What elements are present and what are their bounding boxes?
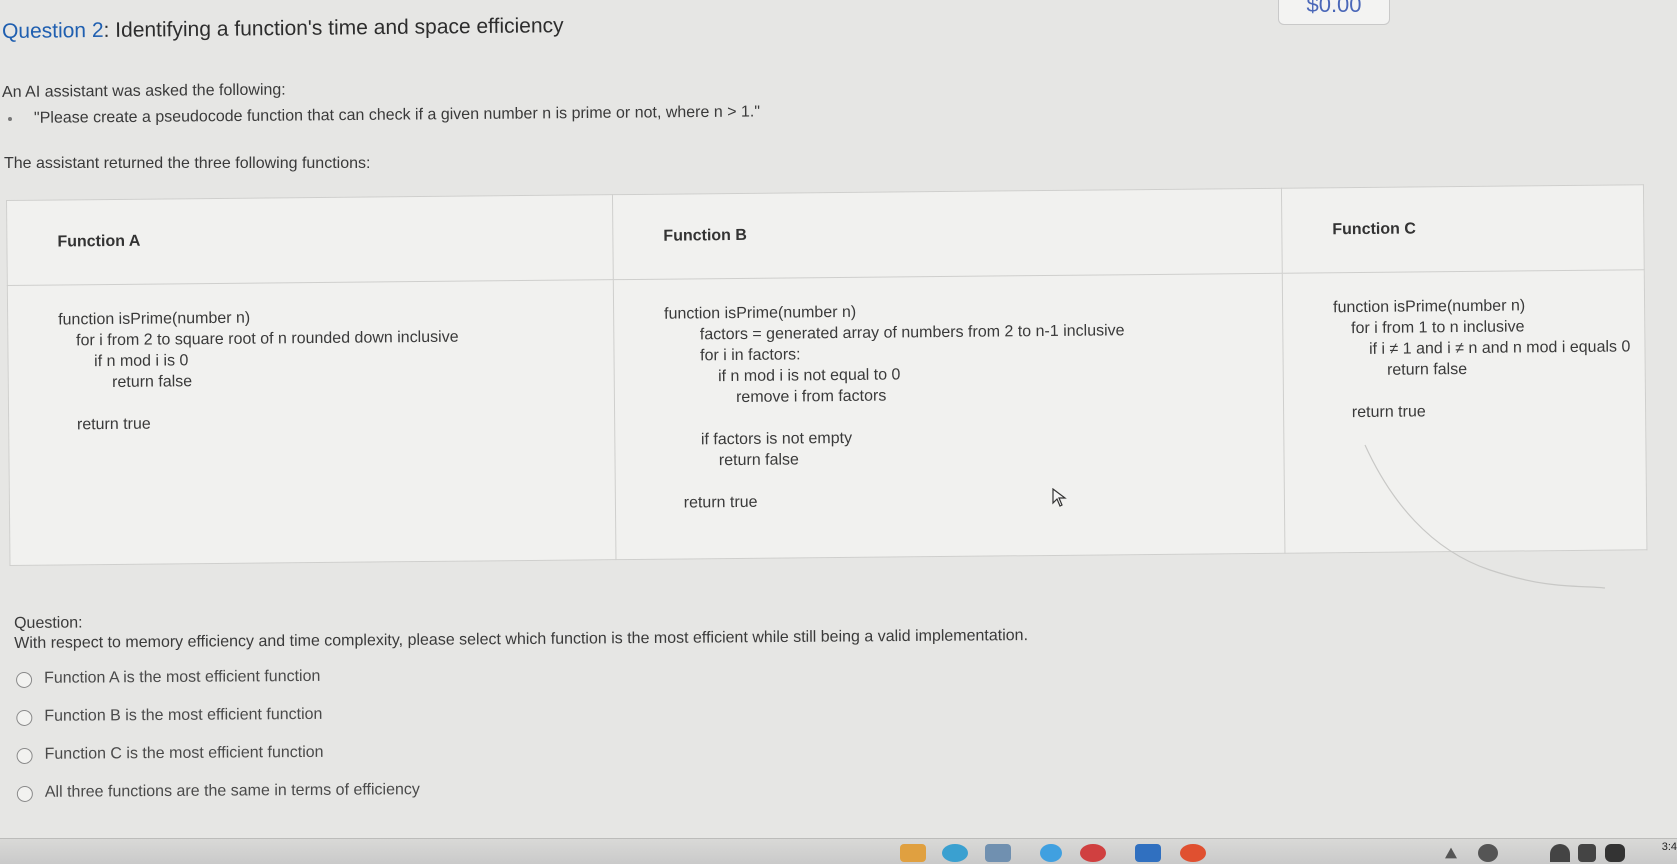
function-b-code: function isPrime(number n) factors = gen… [613,273,1285,560]
question-block: Question: With respect to memory efficie… [14,607,1028,653]
taskbar-app-icon[interactable] [1080,844,1106,862]
table-header-row: Function A Function B Function C [6,184,1645,286]
code-line: for i from 1 to n inclusive [1333,318,1525,338]
option-function-a[interactable]: Function A is the most efficient functio… [16,667,419,708]
page-title: Question 2: Identifying a function's tim… [2,14,564,44]
volume-icon[interactable] [1578,844,1596,862]
bullet-dot-icon [7,116,13,121]
option-label: Function C is the most efficient functio… [44,743,324,763]
option-function-b[interactable]: Function B is the most efficient functio… [16,705,419,746]
code-line: if i ≠ 1 and i ≠ n and n mod i equals 0 [1333,338,1631,359]
function-b-header: Function B [612,188,1283,280]
prompt-intro: An AI assistant was asked the following: [1,81,286,101]
taskbar-app-icon[interactable] [1180,844,1206,862]
question-number: Question 2 [1,18,104,43]
pen-mark [1364,444,1606,589]
code-line: return true [59,415,151,434]
radio-icon[interactable] [16,671,33,688]
battery-icon[interactable] [1605,844,1625,862]
code-line: return false [1333,360,1468,380]
title-text: : Identifying a function's time and spac… [103,14,564,42]
taskbar-app-icon[interactable] [985,844,1011,862]
taskbar-app-icon[interactable] [1040,844,1062,862]
prompt-bullet-text: "Please create a pseudocode function tha… [33,103,761,127]
returned-text: The assistant returned the three followi… [4,155,371,172]
taskbar-app-icon[interactable] [1135,844,1161,862]
function-c-header: Function C [1281,184,1645,274]
clock-time[interactable]: 3:4 [1662,841,1677,853]
prompt-bullet: "Please create a pseudocode function tha… [7,103,761,128]
option-label: Function A is the most efficient functio… [43,667,321,687]
chevron-up-icon[interactable] [1445,847,1457,859]
network-icon[interactable] [1478,844,1498,862]
price-display: $0.00 [1278,0,1390,25]
code-line: function isPrime(number n) [1333,297,1526,317]
taskbar-app-icon[interactable] [942,844,968,862]
taskbar: 3:4 [0,838,1677,864]
radio-icon[interactable] [16,747,33,764]
option-label: All three functions are the same in term… [44,781,420,801]
answer-options: Function A is the most efficient functio… [16,667,420,822]
option-all-same[interactable]: All three functions are the same in term… [16,781,420,822]
cursor-icon [1052,488,1067,507]
function-a-code: function isPrime(number n) for i from 2 … [7,279,616,566]
function-a-header: Function A [6,194,614,286]
taskbar-app-icon[interactable] [900,844,926,862]
code-line: return true [665,493,758,512]
wifi-icon[interactable] [1550,844,1570,862]
option-function-c[interactable]: Function C is the most efficient functio… [16,743,420,784]
radio-icon[interactable] [16,785,33,802]
radio-icon[interactable] [16,709,33,726]
code-line: return true [1334,403,1426,422]
option-label: Function B is the most efficient functio… [44,705,323,725]
